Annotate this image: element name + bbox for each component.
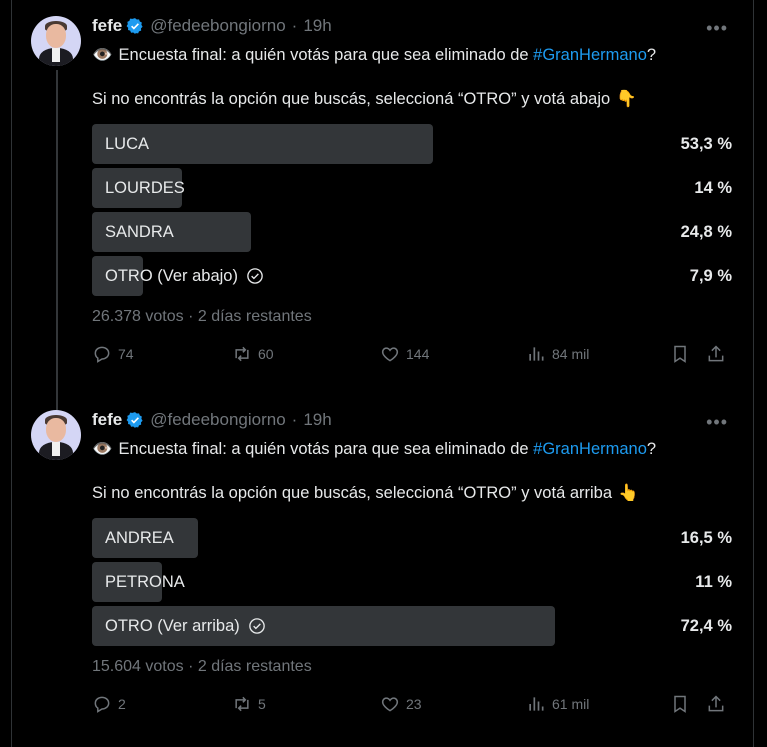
eye-icon: 👁️ [92, 46, 113, 64]
retweet-icon [235, 346, 249, 362]
separator: · [291, 16, 298, 35]
bookmark-icon [674, 345, 686, 363]
poll-option[interactable]: OTRO (Ver arriba) 72,4 % [92, 606, 732, 646]
share-button[interactable] [706, 344, 732, 364]
display-name[interactable]: fefe [92, 410, 122, 430]
retweet-button[interactable]: 60 [232, 344, 274, 364]
poll-option-percent: 72,4 % [680, 616, 732, 635]
poll-option[interactable]: PETRONA 11 % [92, 562, 732, 602]
handle[interactable]: @fedeebongiorno [150, 410, 285, 430]
views-button[interactable]: 84 mil [526, 344, 589, 364]
reply-icon [94, 346, 110, 363]
tweet-header: fefe @fedeebongiorno · 19h [92, 12, 742, 40]
poll: ANDREA 16,5 % PETRONA 11 % OTRO (Ver arriba)… [92, 518, 732, 646]
poll-option-percent: 24,8 % [680, 222, 732, 241]
poll-option-label: OTRO (Ver abajo) [105, 267, 264, 286]
bookmark-button[interactable] [670, 694, 696, 714]
display-name[interactable]: fefe [92, 16, 122, 36]
avatar[interactable] [31, 410, 81, 460]
check-circle-icon [248, 618, 265, 634]
poll-meta: 15.604 votos · 2 días restantes [92, 658, 312, 675]
bookmark-icon [674, 695, 686, 713]
poll-option-label: SANDRA [105, 222, 174, 241]
like-button[interactable]: 144 [380, 344, 429, 364]
tweet-actions: 74 60 144 84 mil [92, 344, 732, 368]
poll: LUCA 53,3 % LOURDES 14 % SANDRA 24,8 % OTRO (V… [92, 124, 732, 296]
reply-button[interactable]: 2 [92, 694, 126, 714]
frame-right [753, 0, 767, 747]
tweet-text: 👁️ Encuesta final: a quién votás para que… [92, 46, 657, 108]
hashtag-link[interactable]: #GranHermano [533, 440, 647, 458]
timestamp[interactable]: 19h [303, 410, 331, 430]
like-icon [381, 697, 399, 712]
poll-meta: 26.378 votos · 2 días restantes [92, 308, 312, 325]
check-circle-icon [247, 268, 263, 284]
views-icon [529, 347, 544, 361]
avatar[interactable] [31, 16, 81, 66]
poll-option-label: ANDREA [105, 528, 174, 547]
like-button[interactable]: 23 [380, 694, 422, 714]
reply-icon [94, 696, 110, 713]
poll-option-percent: 16,5 % [680, 528, 732, 547]
poll-option[interactable]: OTRO (Ver abajo) 7,9 % [92, 256, 732, 296]
hashtag-link[interactable]: #GranHermano [533, 46, 647, 64]
like-icon [381, 347, 399, 362]
timestamp[interactable]: 19h [303, 16, 331, 36]
retweet-icon [235, 696, 249, 712]
poll-option[interactable]: ANDREA 16,5 % [92, 518, 732, 558]
poll-option[interactable]: SANDRA 24,8 % [92, 212, 732, 252]
bookmark-button[interactable] [670, 344, 696, 364]
reply-button[interactable]: 74 [92, 344, 134, 364]
verified-badge-icon [126, 412, 143, 428]
share-icon [708, 695, 724, 712]
more-icon[interactable]: ••• [706, 412, 728, 433]
eye-icon: 👁️ [92, 440, 113, 458]
poll-option-label: LUCA [105, 134, 150, 153]
pointing-up-icon: 👆 [618, 484, 639, 502]
poll-option[interactable]: LOURDES 14 % [92, 168, 732, 208]
poll-option[interactable]: LUCA 53,3 % [92, 124, 732, 164]
retweet-button[interactable]: 5 [232, 694, 266, 714]
frame-left [0, 0, 12, 747]
poll-option-percent: 14 % [694, 178, 732, 197]
separator: · [291, 410, 298, 429]
more-icon[interactable]: ••• [706, 18, 728, 39]
poll-option-label: OTRO (Ver arriba) [105, 617, 266, 636]
share-icon [708, 345, 724, 362]
poll-option-percent: 53,3 % [680, 134, 732, 153]
poll-option-label: LOURDES [105, 178, 185, 197]
views-icon [529, 697, 544, 711]
thread-connector [56, 70, 58, 410]
tweet-header: fefe @fedeebongiorno · 19h [92, 406, 742, 434]
poll-option-percent: 7,9 % [689, 266, 732, 285]
pointing-down-icon: 👇 [616, 90, 637, 108]
poll-option-percent: 11 % [695, 572, 732, 591]
views-button[interactable]: 61 mil [526, 694, 589, 714]
share-button[interactable] [706, 694, 732, 714]
tweet-actions: 2 5 23 61 mil [92, 694, 732, 718]
tweet-text: 👁️ Encuesta final: a quién votás para que… [92, 440, 657, 502]
handle[interactable]: @fedeebongiorno [150, 16, 285, 36]
poll-option-label: PETRONA [105, 572, 185, 591]
verified-badge-icon [126, 18, 143, 34]
